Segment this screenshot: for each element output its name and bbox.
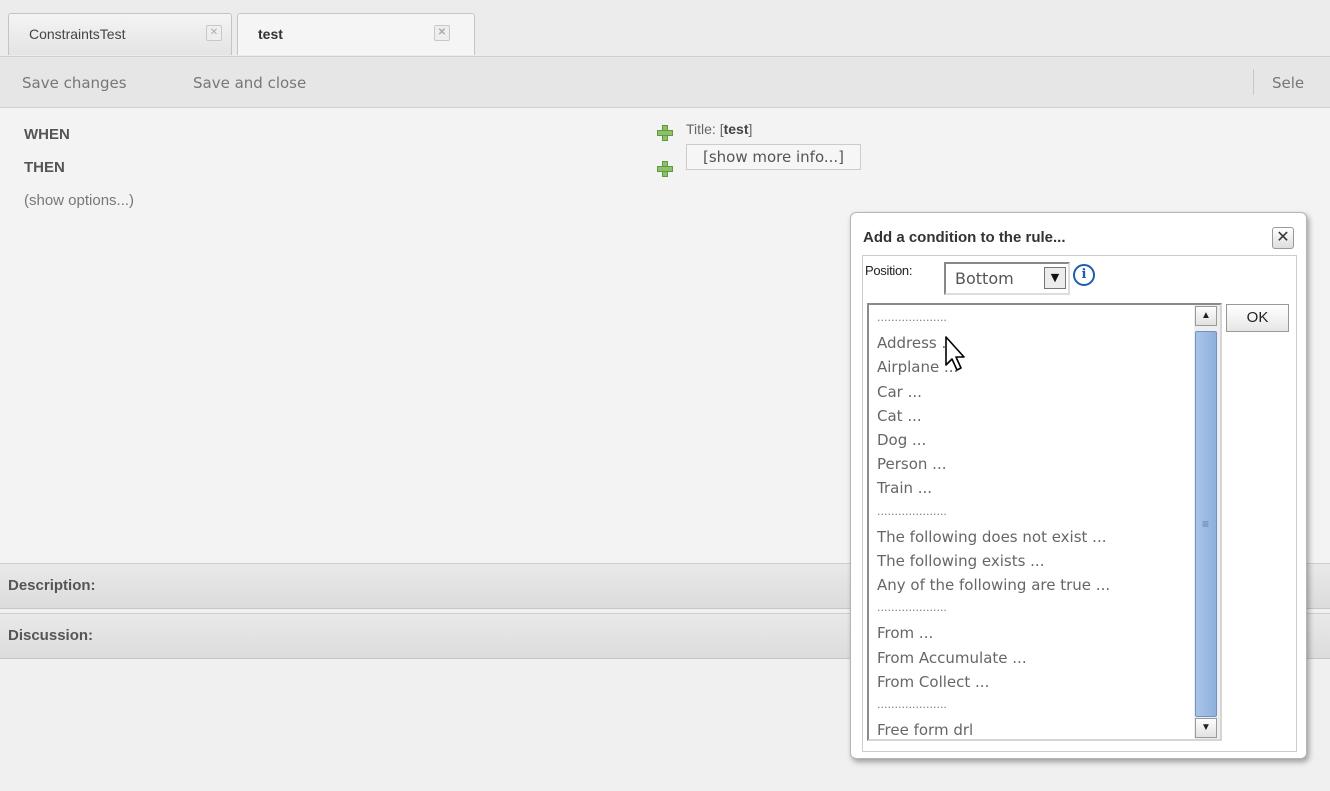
- ok-button[interactable]: OK: [1226, 304, 1289, 332]
- show-options-link[interactable]: (show options...): [24, 190, 144, 212]
- condition-type-items: .................... Address ... Airplane …: [877, 307, 1110, 739]
- show-more-info-button[interactable]: [show more info...]: [686, 144, 862, 170]
- add-action-icon[interactable]: [656, 160, 674, 178]
- scroll-down-icon[interactable]: ▼: [1195, 718, 1217, 738]
- list-item[interactable]: Dog ...: [877, 428, 1110, 452]
- list-item[interactable]: Cat ...: [877, 404, 1110, 428]
- tab-constraints-test[interactable]: ConstraintsTest ✕: [8, 13, 232, 55]
- scrollbar-thumb[interactable]: [1195, 331, 1217, 717]
- then-keyword[interactable]: THEN: [24, 159, 65, 176]
- list-item[interactable]: From Collect ...: [877, 670, 1110, 694]
- rule-title-value: test: [723, 121, 749, 137]
- tab-label: ConstraintsTest: [29, 26, 126, 42]
- chevron-down-icon[interactable]: ▼: [1044, 267, 1066, 289]
- list-item[interactable]: Any of the following are true ...: [877, 573, 1110, 597]
- add-condition-dialog: Add a condition to the rule... ✕ Positio…: [850, 212, 1307, 759]
- close-icon[interactable]: ✕: [206, 25, 222, 41]
- position-select[interactable]: Bottom ▼: [944, 262, 1070, 295]
- list-item[interactable]: From Accumulate ...: [877, 646, 1110, 670]
- save-and-close-button[interactable]: Save and close: [193, 74, 306, 92]
- rule-title: Title: [test]: [686, 121, 753, 137]
- position-label: Position:: [865, 263, 913, 278]
- info-icon[interactable]: i: [1073, 264, 1095, 286]
- editor-toolbar: Save changes Save and close Sele: [0, 57, 1330, 108]
- list-item[interactable]: Airplane ...: [877, 355, 1110, 379]
- editor-tab-bar: ConstraintsTest ✕ test ✕: [0, 0, 1330, 57]
- scroll-up-icon[interactable]: ▲: [1195, 306, 1217, 326]
- tab-test[interactable]: test ✕: [237, 13, 475, 55]
- list-scrollbar[interactable]: ▲ ▼: [1194, 305, 1220, 739]
- list-item[interactable]: Address ...: [877, 331, 1110, 355]
- list-item[interactable]: Free form drl: [877, 718, 1110, 739]
- position-select-value: Bottom: [955, 269, 1014, 288]
- list-item[interactable]: Train ...: [877, 476, 1110, 500]
- close-icon[interactable]: ✕: [1272, 227, 1294, 249]
- select-menu-button[interactable]: Sele: [1272, 74, 1304, 92]
- list-item[interactable]: The following does not exist ...: [877, 525, 1110, 549]
- list-separator: ....................: [877, 601, 947, 615]
- tab-label: test: [258, 26, 283, 42]
- close-icon[interactable]: ✕: [434, 25, 450, 41]
- add-condition-icon[interactable]: [656, 124, 674, 142]
- list-item[interactable]: Person ...: [877, 452, 1110, 476]
- list-separator: ....................: [877, 504, 947, 518]
- toolbar-divider: [1253, 69, 1254, 95]
- list-separator: ....................: [877, 311, 947, 324]
- list-separator: ....................: [877, 698, 947, 711]
- list-item[interactable]: Car ...: [877, 380, 1110, 404]
- dialog-title: Add a condition to the rule...: [863, 229, 1066, 246]
- mouse-cursor-icon: [945, 336, 965, 371]
- condition-type-list[interactable]: .................... Address ... Airplane …: [867, 303, 1222, 741]
- save-changes-button[interactable]: Save changes: [22, 74, 127, 92]
- list-item[interactable]: From ...: [877, 621, 1110, 645]
- list-item[interactable]: The following exists ...: [877, 549, 1110, 573]
- when-keyword[interactable]: WHEN: [24, 126, 70, 143]
